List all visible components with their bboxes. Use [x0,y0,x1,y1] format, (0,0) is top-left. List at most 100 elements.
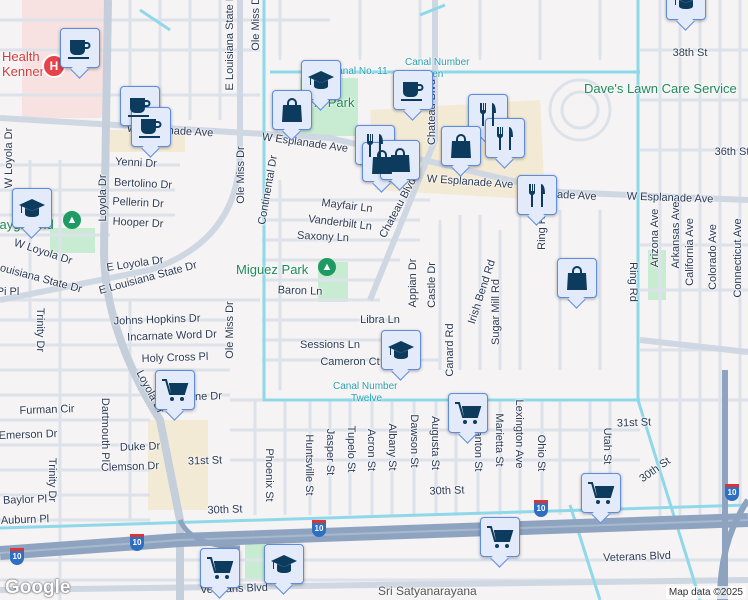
cart-marker[interactable] [155,370,195,410]
street-label: Trinity Dr [34,307,46,353]
street-label: Hooper Dr [112,215,164,231]
street-label: Acron St [365,428,377,472]
street-label: Baron Ln [277,284,323,298]
street-label: 30th St [207,503,243,517]
school-icon [18,194,46,222]
tree-icon[interactable]: ▲ [63,211,81,229]
street-label: 31st St [616,416,652,430]
map-attribution[interactable]: Map data ©2025 [665,586,746,599]
cart-marker[interactable] [448,393,488,433]
cart-marker[interactable] [200,548,240,588]
street-label: 38th St [672,47,708,59]
street-label: California Ave [684,218,696,286]
street-label: Tupelo St [345,425,357,473]
street-label: Ring Rd [627,262,639,302]
restaurant-icon [491,124,519,152]
restaurant-marker[interactable] [485,118,525,158]
street-label: Libra Ln [360,314,400,326]
street-label: Ole Miss Dr [235,146,247,204]
cart-icon [161,376,189,404]
cart-marker[interactable] [581,473,621,513]
cart-icon [486,523,514,551]
shopping-marker[interactable] [441,126,481,166]
street-label: Phoenix St [263,448,275,502]
street-label: Appian Dr [407,258,419,308]
street-label: Duke Dr [119,440,161,454]
street-label: 36th St [714,146,748,158]
street-label: Auburn Pl [0,513,50,527]
school-marker[interactable] [12,188,52,228]
street-label: Canard Rd [444,323,456,377]
temple-label[interactable]: Sri Satyanarayana [378,584,477,598]
school-marker[interactable] [264,544,304,584]
street-label: Sugar Mill Rd [490,278,502,346]
cart-icon [587,479,615,507]
restaurant-marker[interactable] [517,175,557,215]
street-label: Lexington Ave [513,399,525,469]
street-label: Ole Miss Dr [250,0,262,51]
street-label: Veterans Blvd [602,549,672,565]
hospital-label-2[interactable]: Kenner [2,64,44,79]
street-label: E Louisiana State Dr [224,0,236,91]
i10-shield: 10 [130,534,144,551]
i10-shield: 10 [312,520,326,537]
school-icon [270,550,298,578]
school-marker[interactable] [666,0,706,20]
shopping-icon [563,264,591,292]
street-label: Holy Cross Pl [141,350,209,366]
canal-label: Canal Number [333,381,398,392]
street-label: Furman Cir [19,403,75,417]
coffee-icon [66,34,94,62]
i10-shield: 10 [10,548,24,565]
street-label: Loyola Dr [97,174,109,222]
street-label: Marietta St [493,413,505,467]
street-label: Yenni Dr [114,155,158,171]
shopping-icon [447,132,475,160]
street-label: Augusta St [429,416,441,470]
miguez-park-label[interactable]: Miguez Park [236,262,308,277]
school-marker[interactable] [381,330,421,370]
street-label: Emerson Dr [0,427,58,443]
hospital-label[interactable]: Health [2,49,40,64]
tree-icon[interactable]: ▲ [318,258,336,276]
street-label: Clemson Dr [100,459,160,475]
business-label[interactable]: Dave's Lawn Care Service [584,81,737,96]
shopping-icon [386,146,414,174]
street-label: Connecticut Ave [732,218,744,298]
street-label: Utah St [601,427,613,465]
cart-icon [206,554,234,582]
coffee-icon [137,113,165,141]
street-label: Arizona Ave [649,208,661,268]
street-label: Baylor Pl [2,493,48,507]
street-label: 30th St [429,484,465,498]
school-icon [672,0,700,14]
street-label: 31st St [187,454,223,468]
school-icon [387,336,415,364]
street-label: Ole Miss Dr [224,301,236,359]
street-label: Jasper St [324,428,336,476]
street-label: Dartmouth Pl [99,397,111,463]
cart-marker[interactable] [480,517,520,557]
street-label: Colorado Ave [707,224,719,290]
street-label: Trinity Dr [46,457,58,503]
i10-shield: 10 [534,500,548,517]
google-logo: Google [5,577,71,598]
street-label: Arkansas Ave [670,201,682,269]
street-label: Huntsville St [303,434,315,496]
cart-icon [454,399,482,427]
street-label: Castle Dr [426,262,438,308]
restaurant-icon [523,181,551,209]
coffee-marker[interactable] [60,28,100,68]
coffee-icon [399,76,427,104]
canal-label: Twelve [351,393,383,404]
shopping-marker[interactable] [557,258,597,298]
street-label: W Loyola Dr [3,127,15,189]
school-icon [307,66,335,94]
street-label: Pi Pl [0,286,20,298]
shopping-icon [278,96,306,124]
street-label: Sessions Ln [300,339,360,351]
shopping-marker[interactable] [272,90,312,130]
street-label: Cameron Ct [320,356,380,368]
coffee-marker[interactable] [131,107,171,147]
coffee-marker[interactable] [393,70,433,110]
